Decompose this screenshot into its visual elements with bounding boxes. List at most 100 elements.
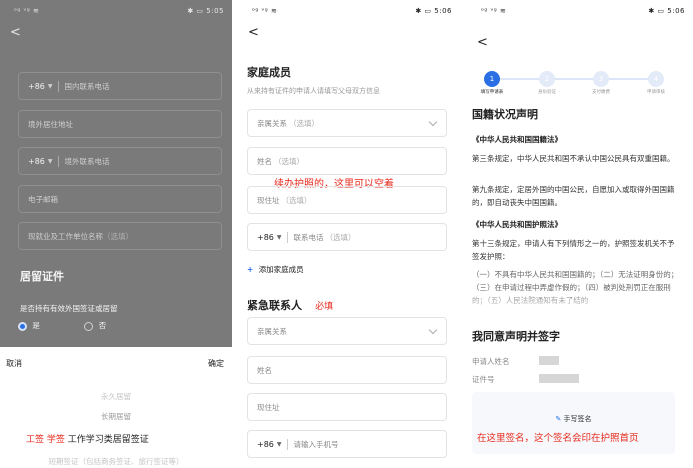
divider xyxy=(57,80,59,92)
radio-group: 是 否 xyxy=(18,320,106,331)
annotation-note: 工签 学签 xyxy=(26,435,65,445)
work-unit-field[interactable]: 现就业及工作单位名称 （选填） xyxy=(18,222,222,250)
country-code[interactable]: +86 xyxy=(28,82,45,91)
picker-option[interactable]: 永久居留 xyxy=(0,391,232,402)
country-code[interactable]: +86 xyxy=(28,157,45,166)
divider xyxy=(57,155,59,167)
radio-no[interactable] xyxy=(84,321,94,331)
residence-section-title: 居留证件 xyxy=(20,270,64,283)
signal-indicator: ᵒᵍ ᵛᵍ ≋ xyxy=(252,7,278,15)
address-field[interactable]: 现住址 （选填） xyxy=(247,186,447,214)
field-placeholder: 亲属关系 xyxy=(257,118,287,128)
applicant-name-redacted xyxy=(539,356,559,365)
field-placeholder: 境外联系电话 xyxy=(64,156,110,166)
picker-option-selected[interactable]: 工签 学签 工作学习类居留签证 xyxy=(0,432,232,445)
field-placeholder: 现住址 xyxy=(257,195,280,205)
phone-screen-3: ᵒᵍ ᵛᵍ ≋ ✱ ▭ 5:06 < 1 2 3 4 填写申请表 身份验证 支付… xyxy=(467,0,693,468)
field-placeholder: 境外居住地址 xyxy=(28,119,73,129)
emergency-name-field[interactable]: 姓名 xyxy=(247,356,447,384)
law-title: 《中华人民共和国护照法》 xyxy=(472,220,562,229)
caret-down-icon: ▼ xyxy=(47,82,53,90)
field-optional-hint: （选填） xyxy=(281,195,312,205)
field-placeholder: 现就业及工作单位名称 xyxy=(28,231,103,241)
phone-field[interactable]: +86 ▼ 联系电话 （选填） xyxy=(247,223,447,251)
residence-question: 是否持有有效外国签证或居留 xyxy=(20,304,118,313)
back-button[interactable]: < xyxy=(0,22,232,44)
domestic-phone-field[interactable]: +86 ▼ 国内联系电话 xyxy=(18,72,222,100)
cert-number-redacted xyxy=(539,374,579,383)
plus-icon: + xyxy=(247,265,254,274)
status-time: ✱ ▭ 5:06 xyxy=(415,7,452,15)
field-placeholder: 联系电话 xyxy=(293,232,324,242)
picker-option[interactable]: 短期签证（包括商务签证、旅行签证等） xyxy=(0,456,232,467)
step-label: 身份验证 xyxy=(538,90,556,95)
chevron-down-icon xyxy=(428,117,438,127)
overseas-phone-field[interactable]: +86 ▼ 境外联系电话 xyxy=(18,147,222,175)
pen-icon: ✎ xyxy=(555,415,562,423)
emergency-relation-select[interactable]: 亲属关系 xyxy=(247,317,447,345)
country-code[interactable]: +86 xyxy=(257,440,274,449)
law-title: 《中华人民共和国国籍法》 xyxy=(472,135,562,144)
step-indicator: 3 xyxy=(593,71,609,87)
field-placeholder: 电子邮箱 xyxy=(28,194,58,204)
step-label: 填写申请表 xyxy=(480,90,504,95)
radio-yes[interactable] xyxy=(18,321,27,331)
confirm-button[interactable]: 确定 xyxy=(208,358,224,369)
cancel-button[interactable]: 取消 xyxy=(6,358,22,369)
step-indicator: 4 xyxy=(648,71,664,87)
law-paragraph: 第三条规定，中华人民共和国不承认中国公民具有双重国籍。 xyxy=(472,154,675,163)
family-section-title: 家庭成员 xyxy=(247,66,291,79)
name-field[interactable]: 姓名 （选填） xyxy=(247,147,447,175)
signal-indicator: ᵒᵍ ᵛᵍ ≋ xyxy=(14,7,40,15)
cert-number-label: 证件号 xyxy=(472,375,495,384)
radio-yes-label: 是 xyxy=(32,321,40,330)
dimmed-form-overlay[interactable]: ᵒᵍ ᵛᵍ ≋ ✱ ▭ 5:05 < +86 ▼ 国内联系电话 境外居住地址 +… xyxy=(0,0,232,347)
divider xyxy=(286,438,288,450)
status-time: ✱ ▭ 5:06 xyxy=(648,7,685,15)
annotation-note: 在这里签名，这个签名会印在护照首页 xyxy=(477,433,639,444)
step-label: 申请审核 xyxy=(647,90,665,95)
status-bar: ᵒᵍ ᵛᵍ ≋ ✱ ▭ 5:06 xyxy=(238,0,460,22)
emergency-phone-field[interactable]: +86 ▼ 请输入手机号 xyxy=(247,430,447,458)
caret-down-icon: ▼ xyxy=(47,157,53,165)
caret-down-icon: ▼ xyxy=(276,233,282,241)
field-placeholder: 国内联系电话 xyxy=(64,81,110,91)
law-paragraph: 第十三条规定，申请人有下列情形之一的，护照签发机关不予签发护照： xyxy=(472,239,675,261)
overseas-address-field[interactable]: 境外居住地址 xyxy=(18,110,222,138)
family-section-subtitle: 从来持有证件的申请人请填写父母双方信息 xyxy=(247,87,380,95)
email-field[interactable]: 电子邮箱 xyxy=(18,185,222,213)
field-placeholder: 现住址 xyxy=(257,402,280,412)
field-placeholder: 请输入手机号 xyxy=(293,439,339,449)
relation-select[interactable]: 亲属关系 （选填） xyxy=(247,109,447,137)
signal-indicator: ᵒᵍ ᵛᵍ ≋ xyxy=(481,7,507,15)
phone-screen-2: ᵒᵍ ᵛᵍ ≋ ✱ ▭ 5:06 < 家庭成员 从来持有证件的申请人请填写父母双… xyxy=(238,0,460,468)
field-optional-hint: （选填） xyxy=(103,231,133,241)
field-optional-hint: （选填） xyxy=(274,156,304,166)
field-placeholder: 亲属关系 xyxy=(257,326,287,336)
field-placeholder: 姓名 xyxy=(257,365,272,375)
applicant-name-label: 申请人姓名 xyxy=(472,357,510,366)
sign-section-title: 我同意声明并签字 xyxy=(472,330,560,343)
field-placeholder: 姓名 xyxy=(257,156,272,166)
progress-track xyxy=(485,78,663,80)
handwrite-signature-button[interactable]: ✎ 手写签名 xyxy=(472,414,675,424)
country-code[interactable]: +86 xyxy=(257,233,274,242)
step-indicator: 2 xyxy=(539,71,555,87)
nationality-declaration-title: 国籍状况声明 xyxy=(472,108,538,121)
signature-pad[interactable]: ✎ 手写签名 在这里签名，这个签名会印在护照首页 xyxy=(472,392,675,454)
annotation-required: 必填 xyxy=(315,302,334,312)
field-optional-hint: （选填） xyxy=(325,232,356,242)
field-optional-hint: （选填） xyxy=(289,118,319,128)
add-member-label: 添加家庭成员 xyxy=(258,265,304,274)
picker-option[interactable]: 长期居留 xyxy=(0,411,232,422)
divider xyxy=(286,231,288,243)
emergency-section-header: 紧急联系人 必填 xyxy=(247,294,333,313)
caret-down-icon: ▼ xyxy=(276,440,282,448)
law-paragraph: 第九条规定，定居外国的中国公民，自愿加入或取得外国国籍的，即自动丧失中国国籍。 xyxy=(472,185,675,207)
back-button[interactable]: < xyxy=(467,32,693,54)
phone-screen-1: ᵒᵍ ᵛᵍ ≋ ✱ ▭ 5:05 < +86 ▼ 国内联系电话 境外居住地址 +… xyxy=(0,0,232,468)
back-button[interactable]: < xyxy=(238,22,460,44)
add-family-member-button[interactable]: + 添加家庭成员 xyxy=(247,264,304,275)
emergency-address-field[interactable]: 现住址 xyxy=(247,393,447,421)
emergency-section-title: 紧急联系人 xyxy=(247,299,302,312)
